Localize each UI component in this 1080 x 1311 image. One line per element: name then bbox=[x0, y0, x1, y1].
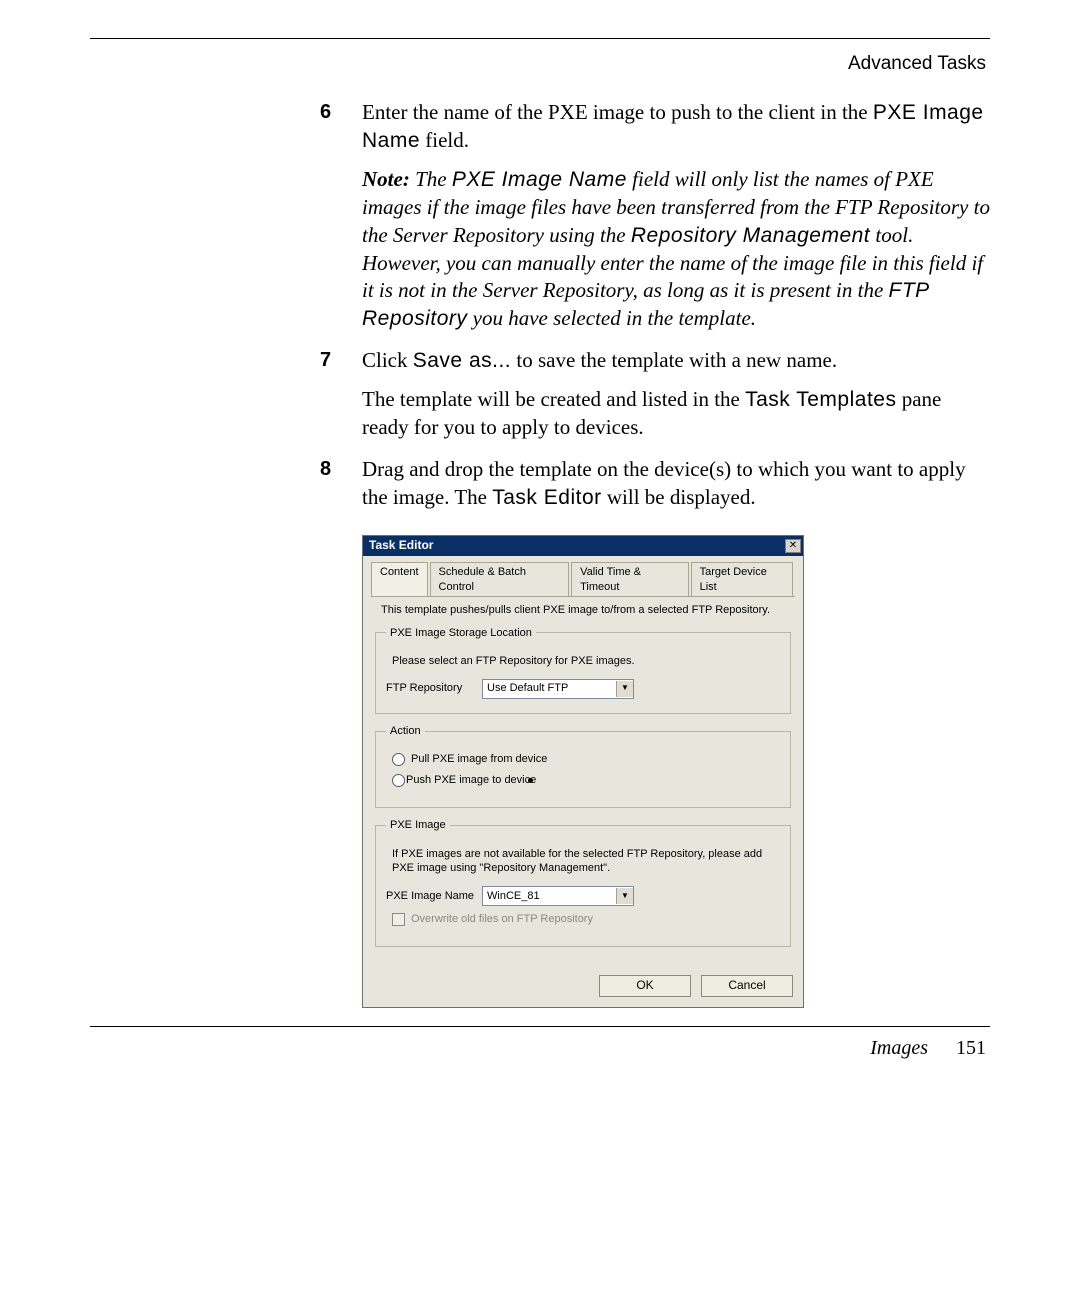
dialog-button-row: OK Cancel bbox=[363, 967, 803, 1007]
rule-top bbox=[90, 38, 990, 39]
group-action: Action Pull PXE image from device Push P… bbox=[375, 724, 791, 809]
text: Click bbox=[362, 348, 413, 372]
ui-label: Repository Management bbox=[631, 224, 870, 247]
dialog-titlebar[interactable]: Task Editor ✕ bbox=[363, 536, 803, 556]
ui-label: PXE Image Name bbox=[452, 168, 627, 191]
checkbox-label: Overwrite old files on FTP Repository bbox=[411, 912, 593, 927]
ui-label: Save as... bbox=[413, 349, 511, 372]
text: you have selected in the template. bbox=[467, 306, 756, 330]
step-text: Enter the name of the PXE image to push … bbox=[362, 99, 990, 154]
pxe-image-name-combo[interactable]: WinCE_81 ▼ bbox=[482, 886, 634, 906]
dialog-body: Content Schedule & Batch Control Valid T… bbox=[363, 556, 803, 967]
ok-button[interactable]: OK bbox=[599, 975, 691, 997]
checkbox-overwrite[interactable]: Overwrite old files on FTP Repository bbox=[392, 912, 780, 927]
chevron-down-icon[interactable]: ▼ bbox=[616, 888, 633, 904]
dialog-title: Task Editor bbox=[369, 538, 433, 554]
step-text: Drag and drop the template on the device… bbox=[362, 456, 990, 511]
step-8: 8 Drag and drop the template on the devi… bbox=[320, 456, 990, 511]
group-pxe-storage: PXE Image Storage Location Please select… bbox=[375, 626, 791, 714]
radio-label: Pull PXE image from device bbox=[411, 752, 547, 767]
tab-target-devices[interactable]: Target Device List bbox=[691, 562, 793, 596]
step-number: 8 bbox=[320, 456, 362, 511]
ftp-repository-combo[interactable]: Use Default FTP ▼ bbox=[482, 679, 634, 699]
cancel-button[interactable]: Cancel bbox=[701, 975, 793, 997]
step-number: 6 bbox=[320, 99, 362, 154]
group-hint: If PXE images are not available for the … bbox=[392, 847, 780, 876]
text: field. bbox=[420, 128, 469, 152]
text: will be displayed. bbox=[602, 485, 756, 509]
combo-value: Use Default FTP bbox=[483, 681, 616, 696]
note-label: Note: bbox=[362, 167, 410, 191]
radio-pull-pxe[interactable]: Pull PXE image from device bbox=[392, 752, 780, 767]
page: Advanced Tasks 6 Enter the name of the P… bbox=[0, 0, 1080, 1311]
text: The template will be created and listed … bbox=[362, 387, 745, 411]
pxe-image-name-label: PXE Image Name bbox=[386, 889, 482, 904]
footer-section: Images bbox=[870, 1037, 928, 1060]
group-legend: PXE Image Storage Location bbox=[386, 626, 536, 641]
dialog-description: This template pushes/pulls client PXE im… bbox=[381, 603, 791, 618]
running-head: Advanced Tasks bbox=[90, 53, 990, 75]
step-number: 7 bbox=[320, 347, 362, 375]
row-ftp-repository: FTP Repository Use Default FTP ▼ bbox=[386, 679, 780, 699]
text: The bbox=[410, 167, 452, 191]
ui-label: Task Templates bbox=[745, 388, 896, 411]
group-pxe-image: PXE Image If PXE images are not availabl… bbox=[375, 818, 791, 947]
text: Enter the name of the PXE image to push … bbox=[362, 100, 873, 124]
body-text: 6 Enter the name of the PXE image to pus… bbox=[320, 99, 990, 1008]
page-footer: Images 151 bbox=[90, 1037, 990, 1060]
chevron-down-icon[interactable]: ▼ bbox=[616, 681, 633, 697]
tab-strip: Content Schedule & Batch Control Valid T… bbox=[371, 562, 795, 596]
group-legend: PXE Image bbox=[386, 818, 450, 833]
step-7: 7 Click Save as... to save the template … bbox=[320, 347, 990, 375]
ui-label: Task Editor bbox=[492, 486, 601, 509]
radio-label: Push PXE image to device bbox=[406, 773, 536, 788]
ftp-repository-label: FTP Repository bbox=[386, 681, 482, 696]
step-text: Click Save as... to save the template wi… bbox=[362, 347, 990, 375]
note-block: Note: The PXE Image Name field will only… bbox=[362, 166, 990, 332]
tab-content[interactable]: Content bbox=[371, 562, 428, 596]
group-legend: Action bbox=[386, 724, 425, 739]
footer-page-number: 151 bbox=[956, 1037, 986, 1060]
embedded-screenshot: Task Editor ✕ Content Schedule & Batch C… bbox=[362, 535, 802, 1008]
close-icon[interactable]: ✕ bbox=[785, 539, 801, 553]
text: to save the template with a new name. bbox=[511, 348, 837, 372]
task-editor-dialog: Task Editor ✕ Content Schedule & Batch C… bbox=[362, 535, 804, 1008]
tab-schedule[interactable]: Schedule & Batch Control bbox=[430, 562, 570, 596]
step-7-follow: The template will be created and listed … bbox=[362, 386, 990, 441]
rule-bottom bbox=[90, 1026, 990, 1027]
tab-underline bbox=[371, 596, 795, 597]
row-pxe-image-name: PXE Image Name WinCE_81 ▼ bbox=[386, 886, 780, 906]
group-hint: Please select an FTP Repository for PXE … bbox=[392, 654, 780, 669]
radio-push-pxe[interactable]: Push PXE image to device bbox=[392, 773, 780, 788]
combo-value: WinCE_81 bbox=[483, 889, 616, 904]
step-6: 6 Enter the name of the PXE image to pus… bbox=[320, 99, 990, 154]
tab-valid-time[interactable]: Valid Time & Timeout bbox=[571, 562, 689, 596]
